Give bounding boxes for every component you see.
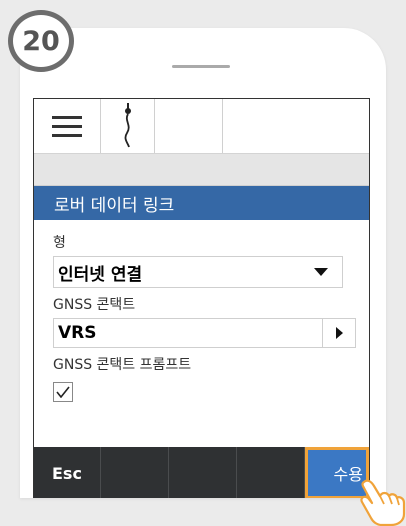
bottom-button-bar: Esc 수용 [34, 447, 369, 498]
device-screen: 로버 데이터 링크 형 인터넷 연결 GNSS 콘택트 VRS GNSS 콘택트… [33, 98, 370, 498]
gnss-contact-label: GNSS 콘택트 [53, 297, 136, 313]
type-label: 형 [53, 235, 66, 251]
gnss-prompt-label: GNSS 콘택트 프롬프트 [53, 357, 192, 373]
esc-label: Esc [52, 463, 82, 483]
softkey-4[interactable] [237, 447, 305, 498]
dropdown-triangle-icon [314, 268, 328, 276]
status-band [34, 154, 369, 186]
type-dropdown[interactable]: 인터넷 연결 [53, 256, 343, 288]
step-number-badge: 20 [8, 10, 74, 72]
screen-title-bar: 로버 데이터 링크 [34, 186, 369, 220]
gnss-contact-picker[interactable]: VRS [53, 318, 356, 348]
right-arrow-icon [335, 327, 343, 339]
softkey-3[interactable] [169, 447, 237, 498]
menu-button[interactable] [34, 99, 101, 153]
esc-button[interactable]: Esc [34, 447, 101, 498]
phone-speaker [172, 65, 230, 68]
pointing-hand-icon [360, 479, 406, 526]
rover-antenna-icon [124, 103, 131, 148]
toolbar-status-area [155, 99, 223, 153]
phone-frame: 로버 데이터 링크 형 인터넷 연결 GNSS 콘택트 VRS GNSS 콘택트… [20, 28, 386, 498]
gnss-contact-value: VRS [58, 323, 97, 343]
gnss-prompt-checkbox[interactable] [53, 382, 73, 402]
step-number: 20 [22, 25, 60, 57]
hamburger-menu-icon [52, 116, 82, 137]
toolbar-empty-area [223, 99, 369, 153]
screen-title: 로버 데이터 링크 [54, 195, 175, 216]
softkey-2[interactable] [101, 447, 169, 498]
rover-status-button[interactable] [101, 99, 155, 153]
top-toolbar [34, 99, 369, 154]
form-content: 형 인터넷 연결 GNSS 콘택트 VRS GNSS 콘택트 프롬프트 [34, 220, 369, 402]
checkmark-icon [56, 386, 70, 398]
accept-label: 수용 [333, 465, 363, 484]
type-value: 인터넷 연결 [58, 264, 143, 285]
picker-arrow-button[interactable] [322, 319, 355, 347]
